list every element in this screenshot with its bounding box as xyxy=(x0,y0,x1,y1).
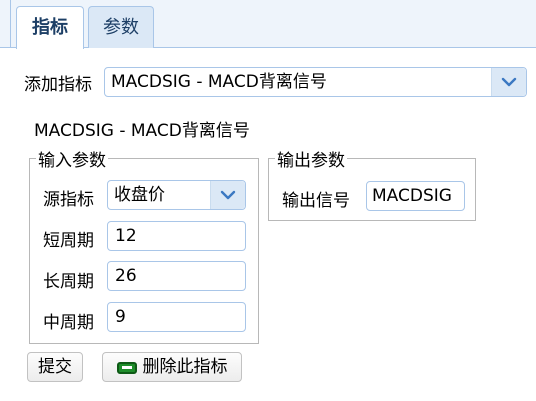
add-indicator-selected-value: MACDSIG - MACD背离信号 xyxy=(111,72,327,92)
chevron-down-icon[interactable] xyxy=(210,181,245,209)
mid-period-input[interactable]: 9 xyxy=(107,302,246,332)
add-indicator-label: 添加指标 xyxy=(24,75,92,95)
mid-period-label: 中周期 xyxy=(43,313,94,333)
chevron-down-icon[interactable] xyxy=(491,68,526,96)
input-params-legend: 输入参数 xyxy=(38,151,106,171)
indicator-heading: MACDSIG - MACD背离信号 xyxy=(34,121,250,141)
output-signal-input[interactable]: MACDSIG xyxy=(366,181,465,211)
source-selected-value: 收盘价 xyxy=(114,185,165,205)
long-period-input[interactable]: 26 xyxy=(107,261,246,291)
short-period-label: 短周期 xyxy=(43,231,94,251)
source-select[interactable]: 收盘价 xyxy=(107,180,246,210)
tab-bar: 指标 参数 xyxy=(0,0,536,49)
short-period-input[interactable]: 12 xyxy=(107,221,246,251)
submit-button[interactable]: 提交 xyxy=(27,352,83,382)
output-params-legend: 输出参数 xyxy=(277,151,345,171)
tab-indicators[interactable]: 指标 xyxy=(16,6,84,49)
delete-indicator-button[interactable]: 删除此指标 xyxy=(102,352,242,382)
tab-parameters[interactable]: 参数 xyxy=(88,6,154,48)
output-signal-label: 输出信号 xyxy=(282,191,350,211)
source-label: 源指标 xyxy=(43,190,94,210)
add-indicator-select[interactable]: MACDSIG - MACD背离信号 xyxy=(104,67,527,97)
long-period-label: 长周期 xyxy=(43,272,94,292)
delete-icon xyxy=(116,362,137,374)
delete-indicator-label: 删除此指标 xyxy=(142,357,228,377)
